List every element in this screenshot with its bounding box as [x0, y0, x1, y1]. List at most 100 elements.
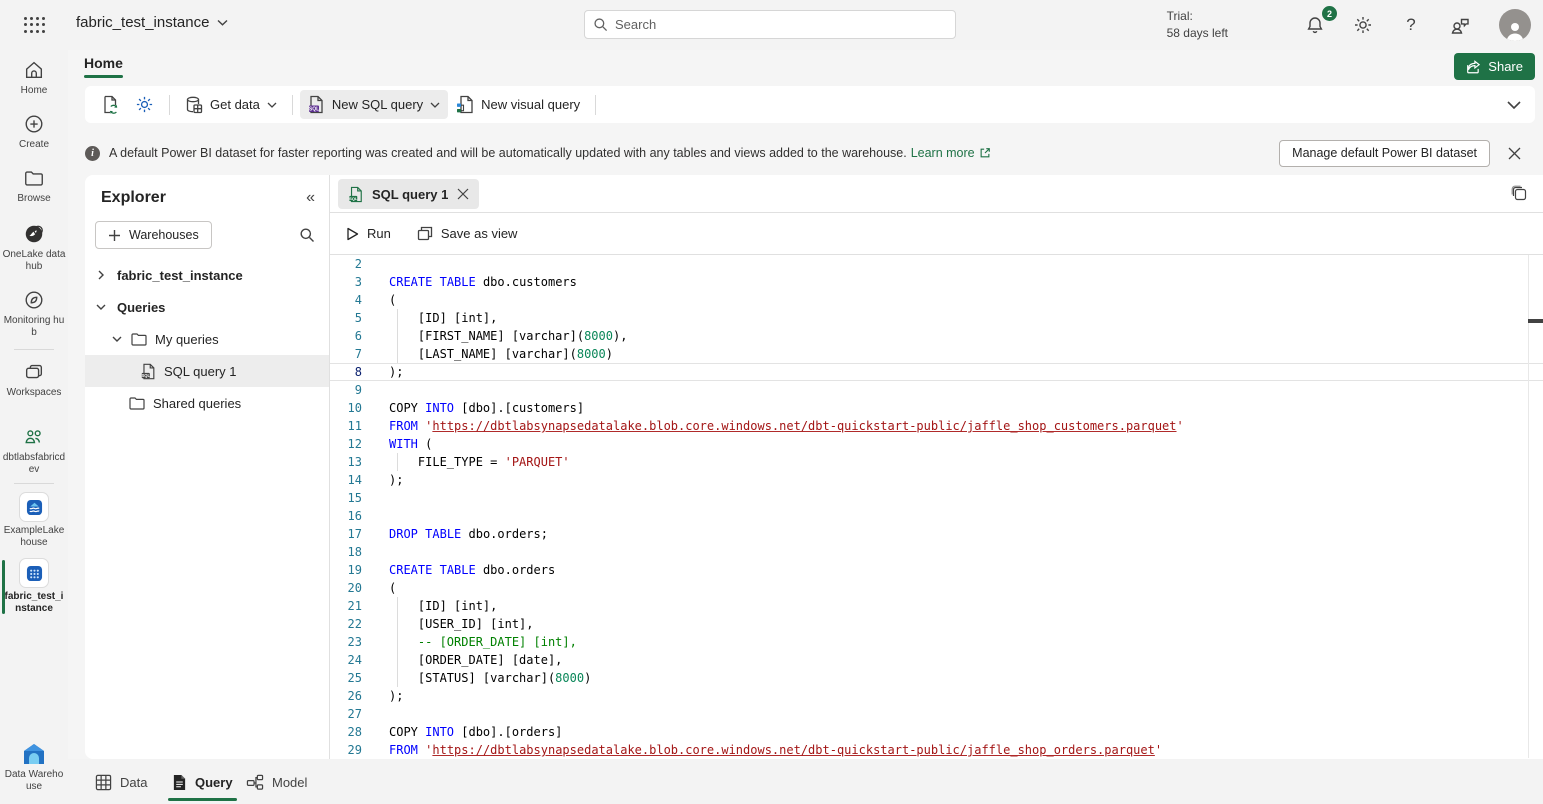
banner-close-button[interactable] — [1508, 147, 1521, 160]
rail-item-data-warehouse[interactable]: Data Warehouse — [0, 742, 68, 793]
code-line[interactable]: 22 [USER_ID] [int], — [330, 615, 1543, 633]
view-tab-model[interactable]: Model — [246, 767, 307, 797]
rail-item-dbtlabsfabricdev[interactable]: dbtlabsfabricdev — [0, 425, 68, 476]
rail-item-browse[interactable]: Browse — [0, 166, 68, 205]
code-text: WITH ( — [362, 435, 432, 453]
folder-icon — [131, 332, 147, 346]
close-icon[interactable] — [457, 188, 469, 200]
code-line[interactable]: 20( — [330, 579, 1543, 597]
code-line[interactable]: 25 [STATUS] [varchar](8000) — [330, 669, 1543, 687]
rail-item-fabric-test-instance[interactable]: fabric_test_instance — [0, 558, 68, 615]
code-text — [362, 381, 389, 399]
run-button[interactable]: Run — [346, 226, 391, 241]
rail-item-workspaces[interactable]: Workspaces — [0, 360, 68, 399]
code-line[interactable]: 10COPY INTO [dbo].[customers] — [330, 399, 1543, 417]
svg-text:SQL: SQL — [142, 373, 151, 378]
code-text — [362, 543, 389, 561]
toolbar-separator — [169, 95, 170, 115]
save-as-view-icon — [417, 226, 433, 241]
new-sql-query-button[interactable]: SQL New SQL query — [300, 90, 448, 119]
tree-item-sql-query-1[interactable]: SQL SQL query 1 — [85, 355, 329, 387]
line-number: 27 — [330, 705, 362, 723]
tree-item-shared-queries[interactable]: Shared queries — [85, 387, 329, 419]
query-tab-sql-query-1[interactable]: SQL SQL query 1 — [338, 179, 479, 209]
line-number: 10 — [330, 399, 362, 417]
code-text: -- [ORDER_DATE] [int], — [362, 633, 577, 651]
toolbar-collapse-button[interactable] — [1507, 101, 1521, 109]
code-line[interactable]: 8); — [330, 363, 1543, 381]
line-number: 19 — [330, 561, 362, 579]
search-icon[interactable] — [299, 227, 315, 243]
notifications-button[interactable] — [1305, 15, 1325, 35]
code-line[interactable]: 3CREATE TABLE dbo.customers — [330, 273, 1543, 291]
tree-item-warehouse-root[interactable]: fabric_test_instance — [85, 259, 329, 291]
code-line[interactable]: 24 [ORDER_DATE] [date], — [330, 651, 1543, 669]
code-line[interactable]: 13 FILE_TYPE = 'PARQUET' — [330, 453, 1543, 471]
avatar[interactable] — [1499, 9, 1531, 41]
collapse-explorer-icon[interactable]: « — [306, 189, 315, 207]
workspace-switcher[interactable]: fabric_test_instance — [76, 14, 228, 31]
toolbar-separator — [292, 95, 293, 115]
get-data-button[interactable]: Get data — [177, 91, 285, 119]
tab-home[interactable]: Home — [84, 55, 123, 78]
new-visual-query-button[interactable]: New visual query — [448, 90, 588, 119]
help-icon: ? — [1406, 15, 1415, 34]
code-line[interactable]: 6 [FIRST_NAME] [varchar](8000), — [330, 327, 1543, 345]
learn-more-link[interactable]: Learn more — [911, 146, 991, 160]
left-nav-rail: Home Create Browse OneLake data hub Moni… — [0, 0, 68, 804]
copy-icon[interactable] — [1511, 185, 1528, 202]
code-text: [ID] [int], — [362, 597, 497, 615]
settings-button[interactable] — [1353, 15, 1373, 35]
bottom-view-switcher: Data Query Model — [68, 759, 1543, 804]
code-line[interactable]: 18 — [330, 543, 1543, 561]
rail-item-create[interactable]: Create — [0, 112, 68, 151]
rail-item-home[interactable]: Home — [0, 58, 68, 97]
code-line[interactable]: 29FROM 'https://dbtlabsynapsedatalake.bl… — [330, 741, 1543, 758]
code-line[interactable]: 23 -- [ORDER_DATE] [int], — [330, 633, 1543, 651]
code-text: COPY INTO [dbo].[orders] — [362, 723, 562, 741]
code-line[interactable]: 12WITH ( — [330, 435, 1543, 453]
code-line[interactable]: 17DROP TABLE dbo.orders; — [330, 525, 1543, 543]
refresh-script-button[interactable] — [93, 90, 127, 119]
search-input[interactable] — [615, 17, 947, 32]
code-line[interactable]: 21 [ID] [int], — [330, 597, 1543, 615]
code-line[interactable]: 4( — [330, 291, 1543, 309]
manage-dataset-button[interactable]: Manage default Power BI dataset — [1279, 140, 1490, 167]
view-tab-query[interactable]: Query — [172, 767, 233, 797]
code-line[interactable]: 28COPY INTO [dbo].[orders] — [330, 723, 1543, 741]
save-as-view-button[interactable]: Save as view — [417, 226, 518, 241]
sql-file-icon: SQL — [348, 186, 363, 203]
feedback-button[interactable] — [1449, 15, 1469, 35]
sql-file-icon: SQL — [140, 363, 156, 380]
code-line[interactable]: 14); — [330, 471, 1543, 489]
share-button[interactable]: Share — [1454, 53, 1535, 80]
code-line[interactable]: 26); — [330, 687, 1543, 705]
tree-label: SQL query 1 — [164, 364, 237, 379]
view-tab-data[interactable]: Data — [95, 767, 147, 797]
help-button[interactable]: ? — [1403, 15, 1419, 35]
rail-item-monitoring-hub[interactable]: Monitoring hub — [0, 288, 68, 339]
code-line[interactable]: 15 — [330, 489, 1543, 507]
code-line[interactable]: 11FROM 'https://dbtlabsynapsedatalake.bl… — [330, 417, 1543, 435]
add-warehouses-button[interactable]: Warehouses — [95, 221, 212, 249]
code-line[interactable]: 19CREATE TABLE dbo.orders — [330, 561, 1543, 579]
code-line[interactable]: 9 — [330, 381, 1543, 399]
tree-item-my-queries[interactable]: My queries — [85, 323, 329, 355]
app-launcher-icon[interactable] — [22, 15, 46, 35]
get-data-label: Get data — [210, 97, 260, 112]
svg-text:SQL: SQL — [309, 107, 319, 113]
line-number: 5 — [330, 309, 362, 327]
code-line[interactable]: 5 [ID] [int], — [330, 309, 1543, 327]
sql-code-editor[interactable]: 23CREATE TABLE dbo.customers4(5 [ID] [in… — [330, 255, 1543, 758]
rail-item-onelake-data-hub[interactable]: OneLake data hub — [0, 222, 68, 273]
tree-item-queries[interactable]: Queries — [85, 291, 329, 323]
overview-ruler[interactable] — [1528, 255, 1543, 758]
code-line[interactable]: 7 [LAST_NAME] [varchar](8000) — [330, 345, 1543, 363]
global-search[interactable] — [584, 10, 956, 39]
code-line[interactable]: 2 — [330, 255, 1543, 273]
settings-toolbar-button[interactable] — [127, 90, 162, 119]
chevron-down-icon — [111, 333, 123, 345]
code-line[interactable]: 16 — [330, 507, 1543, 525]
rail-item-examplelakehouse[interactable]: ExampleLakehouse — [0, 492, 68, 549]
code-line[interactable]: 27 — [330, 705, 1543, 723]
